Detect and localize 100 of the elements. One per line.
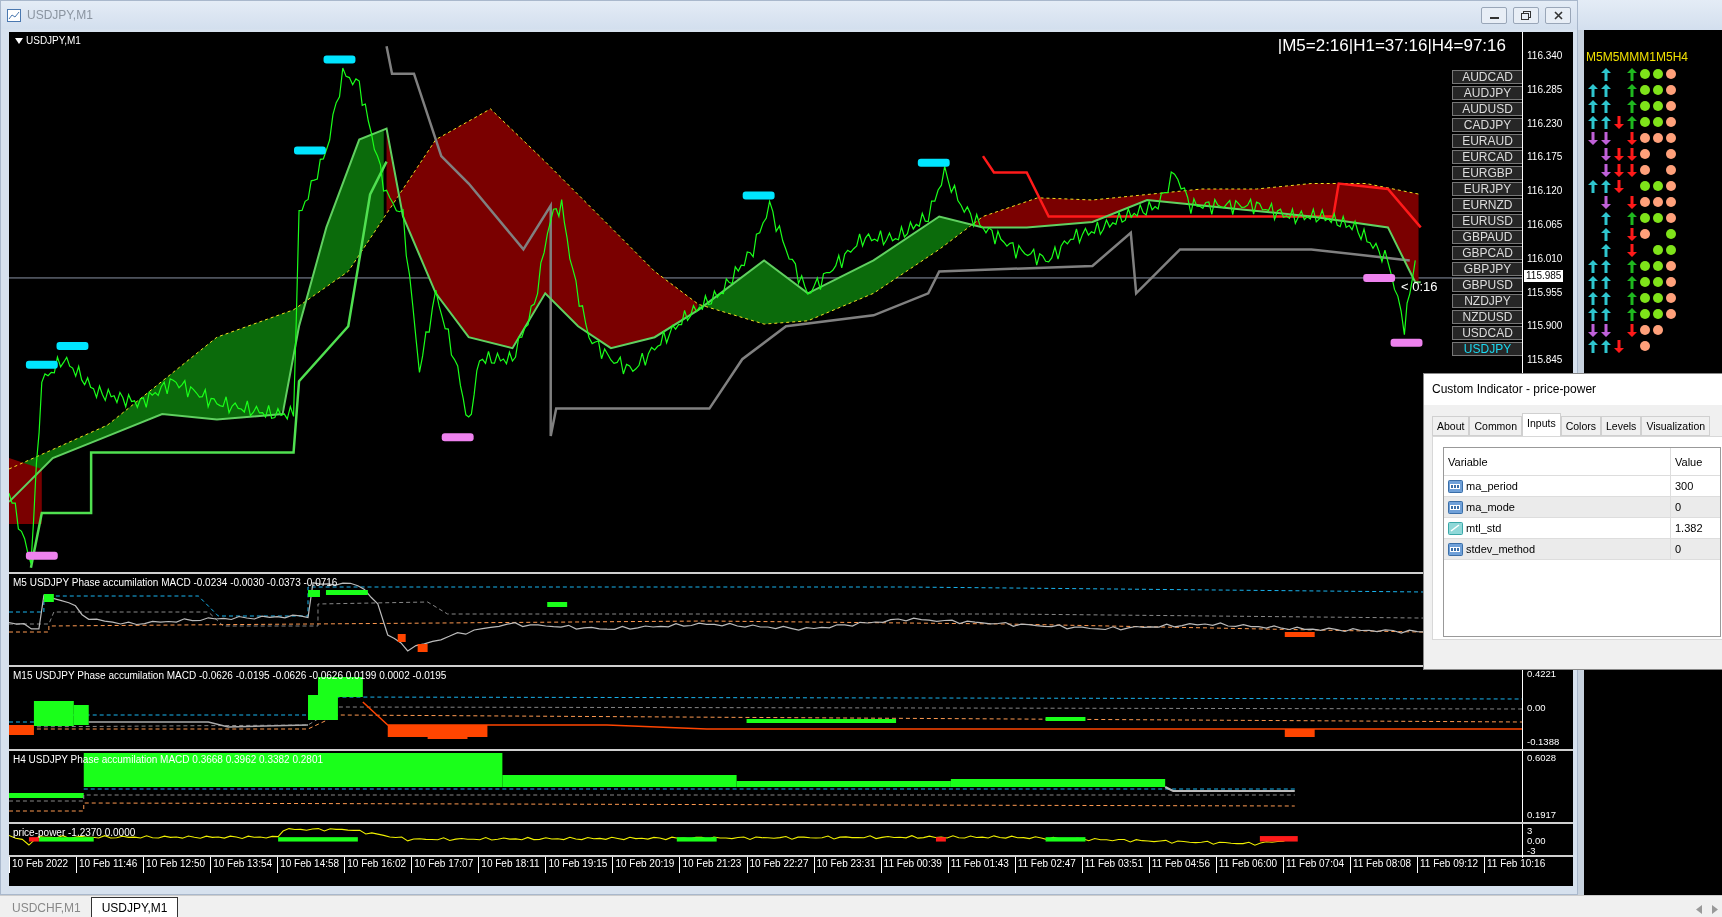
dialog-tab[interactable]: About (1432, 416, 1470, 436)
symbol-button[interactable]: GBPCAD (1452, 246, 1522, 260)
variable-name: ma_mode (1466, 501, 1515, 513)
minimize-button[interactable] (1481, 6, 1507, 24)
dialog-tab[interactable]: Levels (1601, 416, 1642, 436)
symbol-button[interactable]: EURAUD (1452, 134, 1522, 148)
symbol-button[interactable]: GBPAUD (1452, 230, 1522, 244)
histogram-bar (417, 644, 428, 652)
histogram-bar (1045, 717, 1086, 721)
histogram-bar (1284, 729, 1315, 737)
time-axis-label: 10 Feb 2022 (9, 857, 77, 873)
indicator-label: price-power -1.2370 0.0000 (13, 827, 136, 838)
close-button[interactable] (1545, 6, 1571, 24)
indicator-axis-label: 0.00 (1527, 836, 1547, 846)
integer-type-icon (1448, 479, 1463, 493)
symbol-button[interactable]: EURCAD (1452, 150, 1522, 164)
histogram-bar (397, 634, 406, 642)
low-marker (1390, 338, 1423, 347)
indicator-axis-label: 0.00 (1527, 703, 1547, 713)
chart-tab[interactable]: USDJPY,M1 (90, 897, 179, 917)
chart-symbol-label: USDJPY,M1 (26, 35, 81, 46)
time-axis-label: 10 Feb 19:15 (545, 857, 613, 873)
histogram-bar (1284, 632, 1315, 637)
high-marker (294, 146, 326, 155)
dialog-tab[interactable]: Colors (1560, 416, 1601, 436)
symbol-button[interactable]: NZDJPY (1452, 294, 1522, 308)
fraction-type-icon (1448, 521, 1463, 535)
variable-value[interactable]: 0 (1675, 543, 1682, 555)
indicator-axis-label: 3 (1527, 826, 1534, 836)
price-axis-label: 116.120 (1526, 184, 1564, 199)
symbol-button[interactable]: GBPJPY (1452, 262, 1522, 276)
price-axis-label: 116.340 (1526, 49, 1564, 63)
histogram-bar (547, 602, 568, 607)
dialog-tab[interactable]: Visualization (1641, 416, 1711, 436)
price-axis-label: 115.845 (1526, 353, 1564, 368)
histogram-bar (1045, 837, 1086, 842)
time-axis-label: 10 Feb 22:27 (746, 857, 814, 873)
high-marker (25, 360, 58, 369)
indicator-axis-label: -3 (1527, 846, 1537, 856)
variable-name: ma_period (1466, 480, 1518, 492)
time-axis-label: 10 Feb 16:02 (344, 857, 412, 873)
histogram-bar (308, 590, 320, 597)
symbol-button[interactable]: EURNZD (1452, 198, 1522, 212)
time-axis-label: 11 Feb 03:51 (1081, 857, 1149, 873)
symbol-button[interactable]: AUDUSD (1452, 102, 1522, 116)
integer-type-icon (1448, 500, 1463, 514)
dialog-tab[interactable]: Inputs (1522, 413, 1561, 436)
restore-button[interactable] (1513, 6, 1539, 24)
time-axis-label: 11 Feb 06:00 (1215, 857, 1283, 873)
high-marker (742, 191, 775, 200)
histogram-bar (676, 837, 717, 842)
price-axis-label: 115.900 (1526, 319, 1564, 334)
symbol-button[interactable]: EURJPY (1452, 182, 1522, 196)
price-axis-label: 116.175 (1526, 150, 1564, 165)
time-axis-label: 11 Feb 04:56 (1148, 857, 1216, 873)
current-price-label: 115.985 (1524, 270, 1564, 282)
price-axis-label: 116.010 (1526, 251, 1564, 266)
symbol-button[interactable]: AUDCAD (1452, 70, 1522, 84)
timeframe-header: M5M5MMM1M5H4 (1586, 50, 1689, 64)
variable-value[interactable]: 300 (1675, 480, 1694, 492)
time-axis-label: 11 Feb 02:47 (1014, 857, 1082, 873)
chart-window-icon (7, 8, 21, 22)
symbol-button[interactable]: CADJPY (1452, 118, 1522, 132)
time-axis-label: 10 Feb 20:19 (612, 857, 680, 873)
variable-value[interactable]: 0 (1675, 501, 1682, 513)
time-axis-label: 10 Feb 18:11 (478, 857, 546, 873)
symbol-button[interactable]: AUDJPY (1452, 86, 1522, 100)
symbol-button[interactable]: EURUSD (1452, 214, 1522, 228)
symbol-button[interactable]: NZDUSD (1452, 310, 1522, 324)
indicator-label: M5 USDJPY Phase accumilation MACD -0.0234 -0.0030 -0.0373 -0.0716 (13, 577, 338, 588)
low-marker (25, 551, 58, 560)
time-axis-label: 10 Feb 14:58 (277, 857, 345, 873)
window-title: USDJPY,M1 (27, 8, 94, 22)
close-icon (1553, 10, 1563, 20)
symbol-button[interactable]: USDJPY (1452, 342, 1522, 356)
time-axis-label: 11 Feb 10:16 (1484, 857, 1552, 873)
integer-type-icon (1448, 542, 1463, 556)
symbol-button[interactable]: EURGBP (1452, 166, 1522, 180)
indicator-axis-label: -0.1388 (1527, 737, 1561, 747)
histogram-bar (43, 594, 54, 602)
indicator-axis-label: 0.4221 (1527, 669, 1558, 679)
dialog-tab[interactable]: Common (1469, 416, 1523, 436)
column-header: Variable (1447, 454, 1489, 470)
dialog-title: Custom Indicator - price-power (1424, 374, 1722, 405)
price-axis-label: 116.065 (1526, 218, 1564, 232)
indicator-axis-label: 0.6028 (1527, 753, 1558, 763)
dropdown-caret-icon[interactable] (15, 37, 23, 44)
bar-timer: < 0:16 (1401, 279, 1438, 294)
symbol-button[interactable]: USDCAD (1452, 326, 1522, 340)
variable-name: mtl_std (1466, 522, 1502, 534)
symbol-button[interactable]: GBPUSD (1452, 278, 1522, 292)
high-marker (917, 158, 950, 167)
variable-name: stdev_method (1466, 543, 1536, 555)
timeframe-countdown: |M5=2:16|H1=37:16|H4=97:16 (1277, 36, 1506, 56)
variable-value[interactable]: 1.382 (1675, 522, 1703, 534)
column-header: Value (1670, 448, 1720, 475)
high-marker (56, 342, 89, 351)
time-axis-label: 10 Feb 12:50 (143, 857, 211, 873)
time-axis-label: 11 Feb 08:08 (1349, 857, 1417, 873)
indicator-axis-label: 0.1917 (1527, 810, 1558, 820)
